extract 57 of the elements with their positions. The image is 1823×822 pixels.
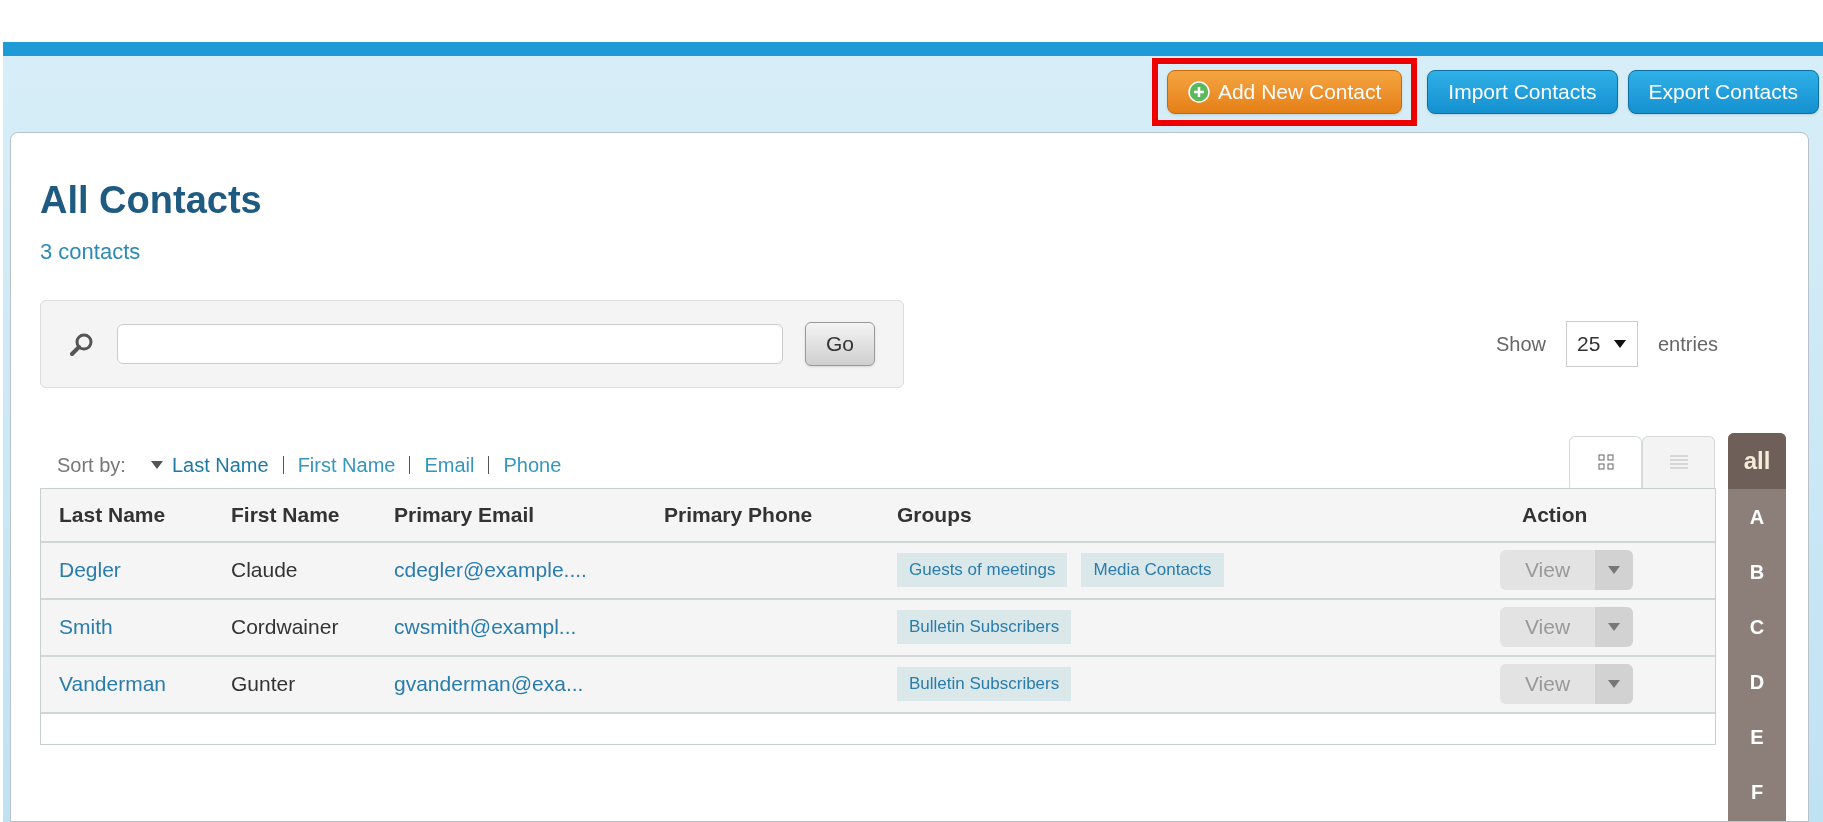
action-menu-button[interactable] [1595,607,1633,647]
search-field[interactable] [117,323,783,364]
mail-address-link[interactable]: cdegler@example.... [394,558,587,582]
toolbar-button[interactable]: Import Contacts [1427,70,1618,114]
letter-filter[interactable]: all [1728,433,1786,489]
letter-filter[interactable]: C [1728,599,1786,654]
column-header: Action [1522,501,1588,528]
action-menu-button[interactable] [1595,664,1633,704]
sort-label: Sort by: [57,452,126,478]
caret-icon [1607,622,1621,632]
letter-filter[interactable]: B [1728,544,1786,599]
letter-filter[interactable]: A [1728,489,1786,544]
contact-link[interactable]: Vanderman [59,672,166,696]
view-toggle-tab[interactable] [1569,435,1642,488]
group-tag: Guests of meetings [897,553,1068,587]
view-button[interactable]: View [1500,550,1595,590]
column-header: Groups [897,502,972,526]
add-contact-button[interactable]: Add New Contact [1166,70,1403,114]
table-cell: Gunter [231,672,296,696]
dropdown-caret-icon [1612,338,1627,349]
sort-link[interactable]: Email [424,449,475,480]
contact-count: 3 contacts [40,237,141,266]
grid-icon [1596,453,1615,471]
contact-link[interactable]: Degler [59,558,121,582]
mail-address-link[interactable]: gvanderman@exa... [394,672,584,696]
view-toggle-tab[interactable] [1642,435,1715,488]
letter-filter[interactable]: F [1728,764,1786,819]
list-icon [1668,454,1689,470]
entries-label: entries [1657,331,1718,357]
letter-filter[interactable]: D [1728,654,1786,709]
plus-circle-icon [1187,81,1210,103]
column-header: Last Name [59,502,166,526]
page-size-select[interactable]: 25 [1565,320,1638,367]
table-cell: Claude [231,558,298,582]
go-button[interactable]: Go [805,321,875,366]
group-tag: Bulletin Subscribers [897,610,1072,644]
caret-icon [1607,565,1621,575]
sort-caret-icon [149,459,164,470]
sort-link[interactable]: Last Name [149,449,269,480]
mail-address-link[interactable]: cwsmith@exampl... [394,615,577,639]
caret-icon [1607,679,1621,689]
sort-link[interactable]: Phone [503,449,562,480]
toolbar-button[interactable]: Export Contacts [1627,70,1819,114]
page-title: All Contacts [40,178,263,223]
group-tag: Bulletin Subscribers [897,667,1072,701]
action-menu-button[interactable] [1595,550,1633,590]
show-label: Show [1495,331,1546,357]
sort-link[interactable]: First Name [297,449,396,480]
group-tag: Media Contacts [1081,553,1224,587]
column-header: First Name [231,502,340,526]
view-button[interactable]: View [1500,664,1595,704]
table-cell: Cordwainer [231,615,339,639]
column-header: Primary Email [394,502,535,526]
column-header: Primary Phone [664,502,813,526]
letter-filter[interactable]: E [1728,709,1786,764]
contact-link[interactable]: Smith [59,615,113,639]
view-button[interactable]: View [1500,607,1595,647]
